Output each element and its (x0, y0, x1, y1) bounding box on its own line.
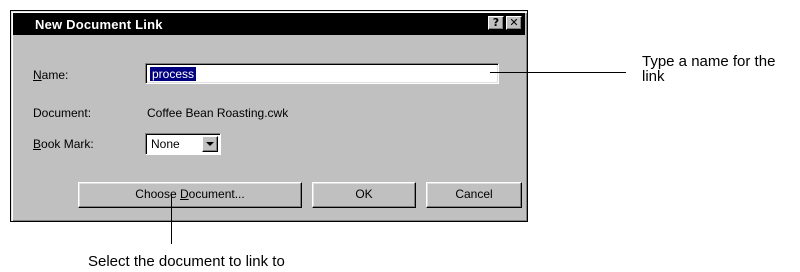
help-icon[interactable]: ? (488, 16, 504, 30)
document-label: Document: (33, 106, 92, 120)
name-input-value: process (150, 67, 197, 81)
choose-document-label-pre: Choose (135, 187, 180, 201)
name-label-mnemonic: N (33, 68, 42, 82)
choose-document-label-post: ocument... (188, 187, 245, 201)
dialog-title-bar: New Document Link ? ✕ (13, 13, 525, 35)
choose-callout-text: Select the document to link to (88, 253, 285, 270)
bookmark-label: Book Mark: (33, 137, 94, 151)
document-value: Coffee Bean Roasting.cwk (147, 106, 289, 120)
name-callout-text: Type a name for the link (642, 53, 776, 85)
choose-document-label-mnemonic: D (180, 187, 189, 201)
bookmark-select[interactable]: None (145, 133, 221, 155)
bookmark-select-value: None (151, 137, 180, 151)
choose-document-button[interactable]: Choose Document... (78, 182, 302, 208)
name-label: Name: (33, 68, 68, 82)
cancel-button[interactable]: Cancel (426, 182, 522, 208)
name-input[interactable]: process (145, 63, 499, 84)
choose-callout-line (171, 194, 172, 244)
new-document-link-dialog: New Document Link ? ✕ Name: process Docu… (10, 10, 528, 222)
close-icon[interactable]: ✕ (506, 16, 522, 30)
chevron-down-icon[interactable] (202, 136, 218, 152)
bookmark-label-text: ook Mark: (41, 137, 94, 151)
dialog-title: New Document Link (35, 16, 163, 32)
bookmark-label-mnemonic: B (33, 137, 42, 151)
ok-button[interactable]: OK (312, 182, 416, 208)
name-label-text: ame: (41, 68, 69, 82)
name-callout-line (490, 72, 626, 73)
